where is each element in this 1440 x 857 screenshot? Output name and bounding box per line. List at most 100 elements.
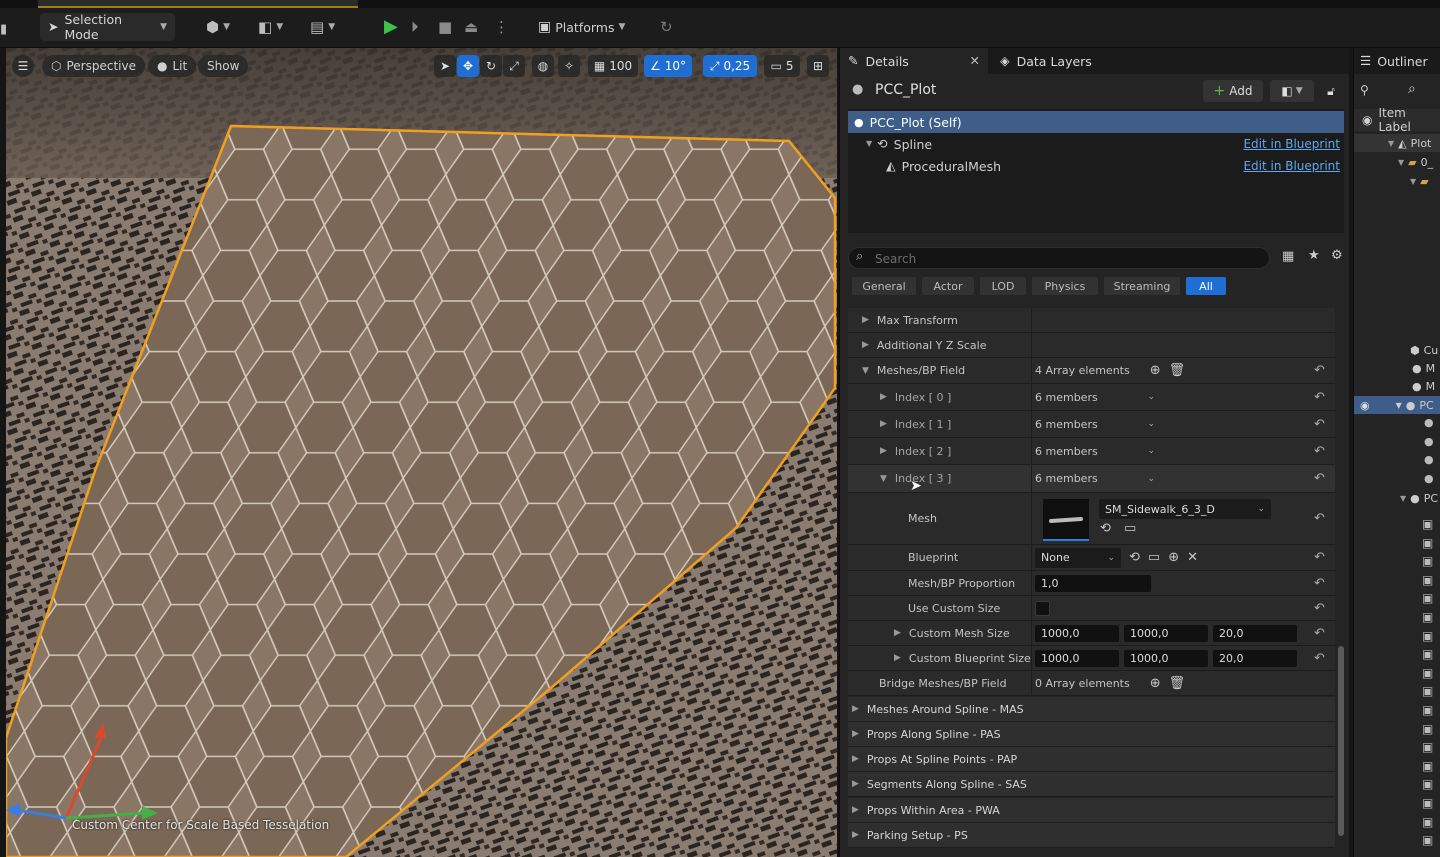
actor-icon[interactable]: ● xyxy=(1424,473,1434,484)
component-icon[interactable]: ▣ xyxy=(1422,704,1433,716)
component-icon[interactable]: ▣ xyxy=(1422,518,1433,530)
property-row[interactable]: Bridge Meshes/BP Field 0 Array elements ⊕… xyxy=(848,671,1335,696)
reset-icon[interactable]: ↶ xyxy=(1314,545,1325,570)
outliner-item[interactable]: ● M xyxy=(1354,377,1440,395)
filter-lod[interactable]: LOD xyxy=(980,277,1026,295)
platforms-button[interactable]: ▣ Platforms ▼ xyxy=(538,14,625,40)
proportion-input[interactable]: 1,0 xyxy=(1035,574,1151,592)
level-tab[interactable] xyxy=(38,0,358,8)
custom-size-checkbox[interactable] xyxy=(1035,600,1050,616)
property-row[interactable]: ▶ Custom Blueprint Size 1000,0 1000,0 20,… xyxy=(848,646,1335,671)
mesh-size-x[interactable]: 1000,0 xyxy=(1035,624,1119,642)
expand-icon[interactable]: ▶ xyxy=(880,446,887,456)
component-icon[interactable]: ▣ xyxy=(1422,555,1433,567)
star-icon[interactable]: ★ xyxy=(1308,249,1320,262)
blueprint-options-button[interactable]: ◧ ▼ xyxy=(1270,80,1314,102)
tab-outliner[interactable]: ☰ Outliner xyxy=(1354,48,1440,74)
folder-icon[interactable]: ▭ xyxy=(1148,550,1160,565)
gear-icon[interactable]: ⚙ xyxy=(1331,249,1343,262)
reset-icon[interactable]: ↶ xyxy=(1314,646,1325,670)
lit-button[interactable]: ● Lit xyxy=(148,55,197,77)
property-row[interactable]: Use Custom Size ↶ xyxy=(848,596,1335,621)
add-actor-button[interactable]: ⬢ ▼ xyxy=(206,14,230,40)
perspective-button[interactable]: ⬡ Perspective xyxy=(42,55,145,77)
property-row[interactable]: ▶ Index [ 2 ] 6 members ⌄ ↶ xyxy=(848,438,1335,465)
expand-icon[interactable]: ▶ xyxy=(894,653,901,663)
reset-icon[interactable]: ↶ xyxy=(1314,571,1325,595)
cinematics-button[interactable]: ▤ ▼ xyxy=(310,14,335,40)
blueprint-button[interactable]: ◧ ▼ xyxy=(258,14,283,40)
selection-mode-button[interactable]: ➤ Selection Mode ▼ xyxy=(40,12,175,42)
level-viewport[interactable]: ☰ ⬡ Perspective ● Lit Show ➤ ✥ ↻ ⤢ ◍ ✧ ▦ 10… xyxy=(6,48,837,857)
filter-general[interactable]: General xyxy=(852,277,916,295)
component-icon[interactable]: ▣ xyxy=(1422,574,1433,586)
filter-actor[interactable]: Actor xyxy=(922,277,974,295)
component-icon[interactable]: ▣ xyxy=(1422,760,1433,772)
eject-button[interactable]: ⏏ xyxy=(464,14,478,40)
search-input[interactable] xyxy=(875,250,1255,267)
chevron-down-icon[interactable]: ⌄ xyxy=(1147,392,1155,402)
property-row[interactable]: Mesh/BP Proportion 1,0 ↶ xyxy=(848,571,1335,596)
component-row[interactable]: ● PCC_Plot (Self) xyxy=(848,111,1344,133)
chevron-down-icon[interactable]: ⌄ xyxy=(1147,419,1155,429)
property-row[interactable]: ▶ Max Transform xyxy=(848,308,1335,333)
save-icon[interactable]: ▮ xyxy=(0,16,7,42)
outliner-item[interactable]: ▼ ▰ xyxy=(1354,172,1440,190)
reset-icon[interactable]: ↶ xyxy=(1314,465,1325,492)
filter-all[interactable]: All xyxy=(1186,277,1226,295)
stop-button[interactable]: ■ xyxy=(438,14,452,40)
category-pwa[interactable]: ▶ Props Within Area - PWA xyxy=(848,798,1335,823)
edit-in-blueprint-link[interactable]: Edit in Blueprint xyxy=(1243,137,1340,151)
grid-snap-button[interactable]: ▦ 100 xyxy=(588,55,638,77)
outliner-item[interactable]: ● M xyxy=(1354,359,1440,377)
trash-icon[interactable]: 🗑︎ xyxy=(1169,363,1186,378)
category-ps[interactable]: ▶ Parking Setup - PS xyxy=(848,823,1335,848)
outliner-item[interactable]: ▼ ● PC xyxy=(1354,489,1440,507)
reset-icon[interactable]: ↶ xyxy=(1314,358,1325,383)
property-row[interactable]: ▼ Meshes/BP Field 4 Array elements ⊕ 🗑︎ ↶ xyxy=(848,358,1335,384)
more-options-button[interactable]: ⋮ xyxy=(494,14,509,40)
reset-icon[interactable]: ↶ xyxy=(1314,596,1325,620)
outliner-item[interactable]: ⬢ Cu xyxy=(1354,341,1440,359)
layout-button[interactable]: ⊞ xyxy=(807,55,829,77)
component-icon[interactable]: ▣ xyxy=(1422,611,1433,623)
bp-size-z[interactable]: 20,0 xyxy=(1213,649,1297,667)
tab-data-layers[interactable]: ◈ Data Layers xyxy=(992,48,1132,74)
select-tool-button[interactable]: ➤ xyxy=(434,55,456,77)
component-row[interactable]: ◭ ProceduralMesh Edit in Blueprint xyxy=(848,155,1344,177)
reset-icon[interactable]: ↶ xyxy=(1314,384,1325,410)
mesh-thumbnail[interactable] xyxy=(1043,499,1089,541)
scale-snap-button[interactable]: ⤢ 0,25 xyxy=(703,55,757,77)
reset-icon[interactable]: ↶ xyxy=(1314,493,1325,544)
mesh-size-y[interactable]: 1000,0 xyxy=(1124,624,1208,642)
bp-size-y[interactable]: 1000,0 xyxy=(1124,649,1208,667)
add-element-icon[interactable]: ⊕ xyxy=(1150,676,1161,691)
expand-icon[interactable]: ▶ xyxy=(880,419,887,429)
add-icon[interactable]: ⊕ xyxy=(1168,550,1179,565)
reset-icon[interactable]: ↶ xyxy=(1314,438,1325,464)
component-icon[interactable]: ▣ xyxy=(1422,630,1433,642)
table-view-icon[interactable]: ▦ xyxy=(1282,250,1294,263)
step-button[interactable]: ⏵ xyxy=(411,14,419,40)
scale-tool-button[interactable]: ⤢ xyxy=(503,55,525,77)
category-mas[interactable]: ▶ Meshes Around Spline - MAS xyxy=(848,697,1335,722)
outliner-item[interactable]: ▼ ▰ 0_ xyxy=(1354,153,1440,171)
property-row[interactable]: ▶ Index [ 1 ] 6 members ⌄ ↶ xyxy=(848,411,1335,438)
blueprint-picker[interactable]: None ⌄ xyxy=(1035,547,1121,568)
add-element-icon[interactable]: ⊕ xyxy=(1150,363,1161,378)
tab-details[interactable]: ✎ Details ✕ xyxy=(840,48,988,74)
property-row[interactable]: Mesh SM_Sidewalk_6_3_D ⌄ ⟲ ▭ ↶ xyxy=(848,493,1335,545)
folder-icon[interactable]: ▭ xyxy=(1124,521,1136,536)
camera-speed-button[interactable]: ▭ 5 xyxy=(764,55,800,77)
category-pap[interactable]: ▶ Props At Spline Points - PAP xyxy=(848,747,1335,772)
trash-icon[interactable]: 🗑︎ xyxy=(1169,676,1186,691)
component-icon[interactable]: ▣ xyxy=(1422,648,1433,660)
world-local-button[interactable]: ◍ xyxy=(532,55,554,77)
expand-icon[interactable]: ▶ xyxy=(862,340,869,350)
expand-icon[interactable]: ▶ xyxy=(880,392,887,402)
reset-icon[interactable]: ↶ xyxy=(1314,411,1325,437)
category-pas[interactable]: ▶ Props Along Spline - PAS xyxy=(848,722,1335,747)
component-icon[interactable]: ▣ xyxy=(1422,592,1433,604)
show-button[interactable]: Show xyxy=(198,55,249,77)
property-row[interactable]: ▶ Additional Y Z Scale xyxy=(848,333,1335,358)
